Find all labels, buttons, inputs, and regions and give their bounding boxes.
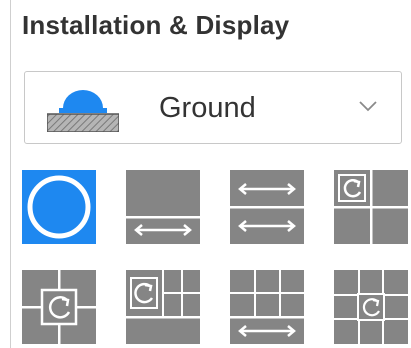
panorama-1-icon	[126, 170, 200, 244]
panorama-plus-6-icon	[230, 270, 304, 344]
chevron-down-icon	[358, 96, 378, 121]
fisheye-mode-button[interactable]	[22, 170, 96, 244]
fisheye-plus-3-button[interactable]	[334, 170, 408, 244]
mount-type-label: Ground	[159, 92, 256, 124]
fisheye-mode-icon	[22, 170, 96, 244]
fisheye-plus-4-button[interactable]	[22, 270, 96, 344]
fisheye-plus-6-button[interactable]	[126, 270, 200, 344]
panorama-1-button[interactable]	[126, 170, 200, 244]
fisheye-plus-4-icon	[22, 270, 96, 344]
panel-left-border	[10, 0, 11, 348]
panorama-2-icon	[230, 170, 304, 244]
fisheye-plus-8-icon	[334, 270, 408, 344]
panorama-plus-6-button[interactable]	[230, 270, 304, 344]
fisheye-plus-8-button[interactable]	[334, 270, 408, 344]
ground-mount-icon	[46, 88, 120, 137]
fisheye-plus-3-icon	[334, 170, 408, 244]
panorama-2-button[interactable]	[230, 170, 304, 244]
panel-title: Installation & Display	[22, 10, 290, 40]
mount-type-dropdown[interactable]: Ground	[24, 71, 402, 144]
fisheye-plus-6-icon	[126, 270, 200, 344]
